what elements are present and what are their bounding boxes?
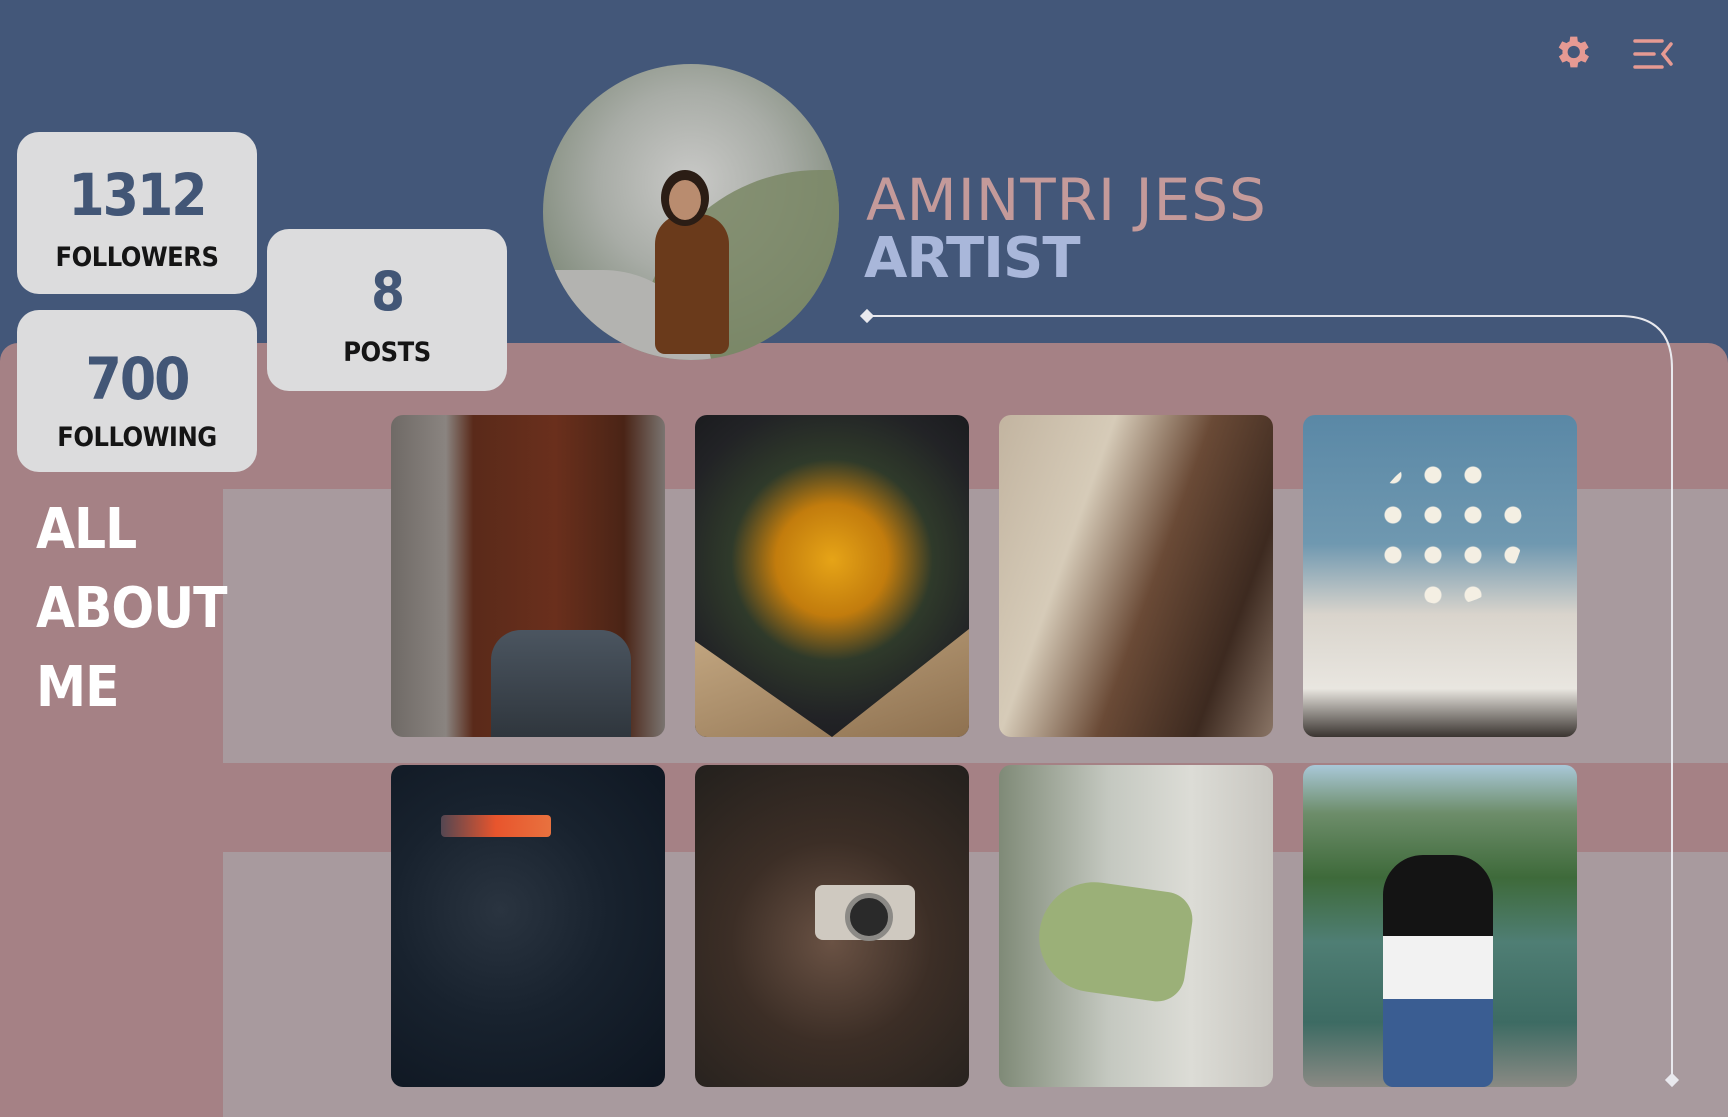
about-me-link[interactable]: ALL ABOUT ME [36, 490, 227, 727]
followers-label: FOLLOWERS [55, 242, 219, 273]
profile-avatar[interactable] [543, 64, 839, 360]
gallery-photo-5[interactable] [391, 765, 665, 1087]
menu-collapse-icon [1633, 39, 1673, 69]
gallery-photo-4[interactable] [1303, 415, 1577, 737]
about-line-2: ABOUT [36, 576, 227, 641]
gallery-photo-1[interactable] [391, 415, 665, 737]
gallery-photo-8[interactable] [1303, 765, 1577, 1087]
following-count: 700 [85, 345, 191, 413]
profile-name: AMINTRI JESS [866, 166, 1267, 234]
following-card[interactable]: 700 FOLLOWING [17, 310, 257, 472]
gallery-photo-3[interactable] [999, 415, 1273, 737]
posts-label: POSTS [343, 337, 431, 368]
posts-count: 8 [371, 260, 405, 323]
settings-button[interactable] [1549, 29, 1595, 75]
gallery-photo-2[interactable] [695, 415, 969, 737]
following-label: FOLLOWING [57, 422, 217, 453]
menu-button[interactable] [1628, 31, 1678, 77]
gallery-photo-6[interactable] [695, 765, 969, 1087]
followers-card[interactable]: 1312 FOLLOWERS [17, 132, 257, 294]
posts-card[interactable]: 8 POSTS [267, 229, 507, 391]
gallery-photo-7[interactable] [999, 765, 1273, 1087]
about-line-1: ALL [36, 497, 137, 562]
about-line-3: ME [36, 655, 120, 720]
profile-role: ARTIST [864, 226, 1081, 291]
gear-icon [1558, 36, 1589, 68]
followers-count: 1312 [68, 161, 207, 229]
